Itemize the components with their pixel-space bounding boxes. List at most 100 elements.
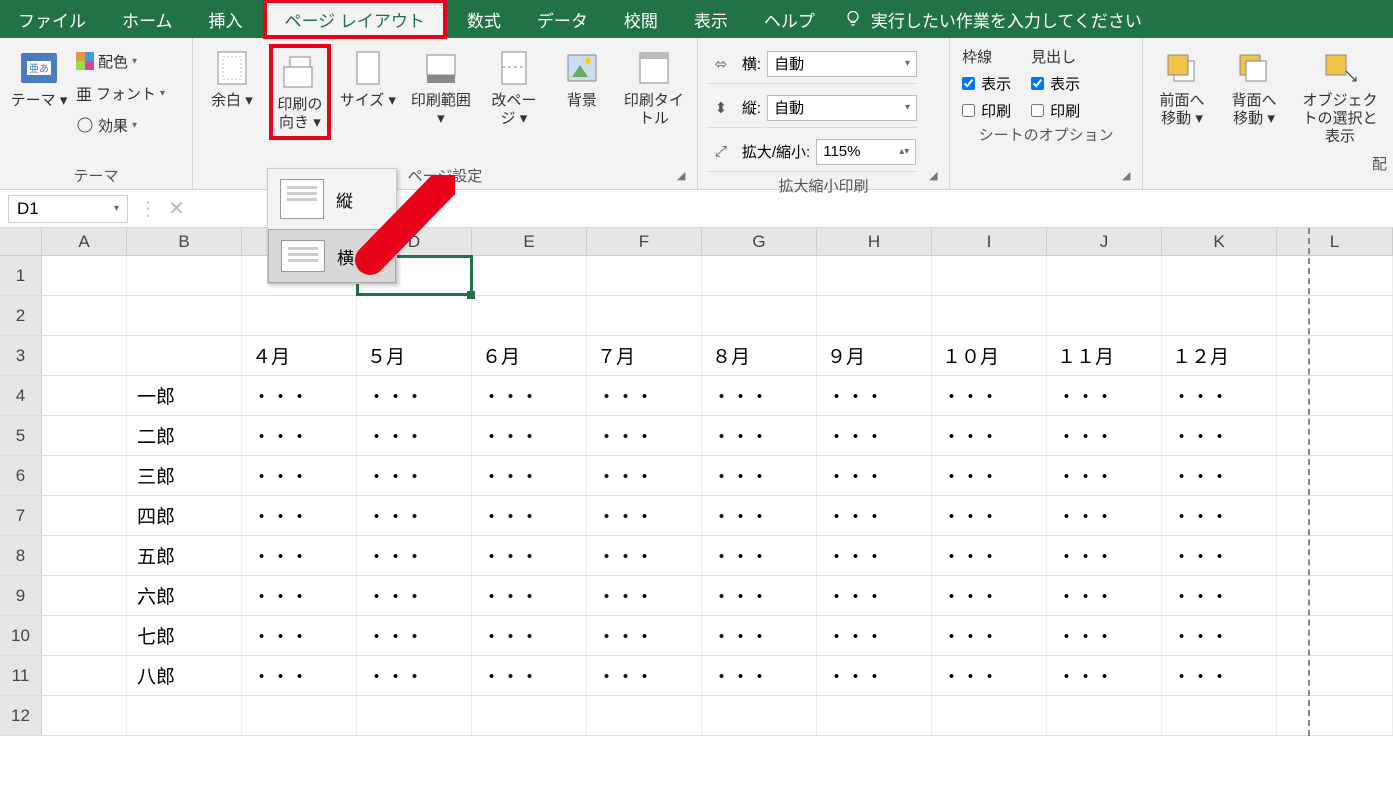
- cell-C7[interactable]: ・・・: [242, 496, 357, 535]
- cell-F10[interactable]: ・・・: [587, 616, 702, 655]
- breaks-button[interactable]: 改ページ ▾: [483, 44, 545, 132]
- cell-J7[interactable]: ・・・: [1047, 496, 1162, 535]
- cell-E11[interactable]: ・・・: [472, 656, 587, 695]
- row-header[interactable]: 12: [0, 696, 42, 735]
- cell-D11[interactable]: ・・・: [357, 656, 472, 695]
- cell-J11[interactable]: ・・・: [1047, 656, 1162, 695]
- cell-D8[interactable]: ・・・: [357, 536, 472, 575]
- cell-F1[interactable]: [587, 256, 702, 295]
- cell-H10[interactable]: ・・・: [817, 616, 932, 655]
- tab-help[interactable]: ヘルプ: [746, 0, 833, 38]
- cell-G6[interactable]: ・・・: [702, 456, 817, 495]
- cell-D12[interactable]: [357, 696, 472, 735]
- print-area-button[interactable]: 印刷範囲 ▾: [405, 44, 477, 132]
- cell-A9[interactable]: [42, 576, 127, 615]
- cell-H6[interactable]: ・・・: [817, 456, 932, 495]
- cell-A4[interactable]: [42, 376, 127, 415]
- cell-I6[interactable]: ・・・: [932, 456, 1047, 495]
- cell-K4[interactable]: ・・・: [1162, 376, 1277, 415]
- cell-K5[interactable]: ・・・: [1162, 416, 1277, 455]
- cell-H1[interactable]: [817, 256, 932, 295]
- cell-L9[interactable]: [1277, 576, 1393, 615]
- themes-button[interactable]: 亜あ テーマ ▾: [8, 44, 70, 114]
- cell-D6[interactable]: ・・・: [357, 456, 472, 495]
- cell-F12[interactable]: [587, 696, 702, 735]
- cell-J4[interactable]: ・・・: [1047, 376, 1162, 415]
- name-box[interactable]: D1 ▾: [8, 195, 128, 223]
- scale-spinner[interactable]: 115%▴▾: [816, 139, 916, 165]
- orientation-button[interactable]: 印刷の向き ▾: [269, 44, 331, 140]
- cell-G10[interactable]: ・・・: [702, 616, 817, 655]
- cell-G1[interactable]: [702, 256, 817, 295]
- cell-B1[interactable]: [127, 256, 242, 295]
- cell-D2[interactable]: [357, 296, 472, 335]
- cell-I9[interactable]: ・・・: [932, 576, 1047, 615]
- cell-E4[interactable]: ・・・: [472, 376, 587, 415]
- cell-I10[interactable]: ・・・: [932, 616, 1047, 655]
- cell-E5[interactable]: ・・・: [472, 416, 587, 455]
- cell-J2[interactable]: [1047, 296, 1162, 335]
- width-combo[interactable]: 自動▾: [767, 51, 917, 77]
- cell-B12[interactable]: [127, 696, 242, 735]
- cell-G7[interactable]: ・・・: [702, 496, 817, 535]
- tab-data[interactable]: データ: [519, 0, 606, 38]
- cell-F8[interactable]: ・・・: [587, 536, 702, 575]
- col-header-A[interactable]: A: [42, 228, 127, 255]
- size-button[interactable]: サイズ ▾: [337, 44, 399, 114]
- cell-E8[interactable]: ・・・: [472, 536, 587, 575]
- cell-B9[interactable]: 六郎: [127, 576, 242, 615]
- tab-view[interactable]: 表示: [676, 0, 746, 38]
- row-header[interactable]: 4: [0, 376, 42, 415]
- cell-I7[interactable]: ・・・: [932, 496, 1047, 535]
- cell-D4[interactable]: ・・・: [357, 376, 472, 415]
- theme-fonts-button[interactable]: 亜フォント▾: [76, 80, 165, 106]
- cell-B4[interactable]: 一郎: [127, 376, 242, 415]
- cell-L11[interactable]: [1277, 656, 1393, 695]
- cell-A7[interactable]: [42, 496, 127, 535]
- cell-K2[interactable]: [1162, 296, 1277, 335]
- cell-A11[interactable]: [42, 656, 127, 695]
- cell-K8[interactable]: ・・・: [1162, 536, 1277, 575]
- cell-J5[interactable]: ・・・: [1047, 416, 1162, 455]
- col-header-K[interactable]: K: [1162, 228, 1277, 255]
- cell-B10[interactable]: 七郎: [127, 616, 242, 655]
- cell-L10[interactable]: [1277, 616, 1393, 655]
- tab-insert[interactable]: 挿入: [191, 0, 261, 38]
- cell-B8[interactable]: 五郎: [127, 536, 242, 575]
- cell-E7[interactable]: ・・・: [472, 496, 587, 535]
- orientation-landscape-item[interactable]: 横: [268, 229, 396, 283]
- page-setup-launcher[interactable]: ◢: [677, 169, 691, 183]
- cell-A5[interactable]: [42, 416, 127, 455]
- scale-launcher[interactable]: ◢: [929, 169, 943, 183]
- select-all-corner[interactable]: [0, 228, 42, 255]
- cell-A8[interactable]: [42, 536, 127, 575]
- cell-G12[interactable]: [702, 696, 817, 735]
- cell-H3[interactable]: ９月: [817, 336, 932, 375]
- row-header[interactable]: 9: [0, 576, 42, 615]
- col-header-G[interactable]: G: [702, 228, 817, 255]
- bring-forward-button[interactable]: 前面へ移動 ▾: [1151, 44, 1213, 150]
- cell-C4[interactable]: ・・・: [242, 376, 357, 415]
- cell-C5[interactable]: ・・・: [242, 416, 357, 455]
- cell-I4[interactable]: ・・・: [932, 376, 1047, 415]
- row-header[interactable]: 8: [0, 536, 42, 575]
- cell-K11[interactable]: ・・・: [1162, 656, 1277, 695]
- cell-B5[interactable]: 二郎: [127, 416, 242, 455]
- cell-F5[interactable]: ・・・: [587, 416, 702, 455]
- cell-H9[interactable]: ・・・: [817, 576, 932, 615]
- orientation-portrait-item[interactable]: 縦: [268, 169, 396, 229]
- cell-J3[interactable]: １１月: [1047, 336, 1162, 375]
- cell-L8[interactable]: [1277, 536, 1393, 575]
- cell-L7[interactable]: [1277, 496, 1393, 535]
- cell-E10[interactable]: ・・・: [472, 616, 587, 655]
- send-backward-button[interactable]: 背面へ移動 ▾: [1223, 44, 1285, 150]
- cell-K12[interactable]: [1162, 696, 1277, 735]
- cell-G11[interactable]: ・・・: [702, 656, 817, 695]
- cell-E3[interactable]: ６月: [472, 336, 587, 375]
- cell-G9[interactable]: ・・・: [702, 576, 817, 615]
- row-header[interactable]: 2: [0, 296, 42, 335]
- cell-F2[interactable]: [587, 296, 702, 335]
- cell-B6[interactable]: 三郎: [127, 456, 242, 495]
- cell-F4[interactable]: ・・・: [587, 376, 702, 415]
- gridlines-view-checkbox[interactable]: 表示: [962, 73, 1011, 94]
